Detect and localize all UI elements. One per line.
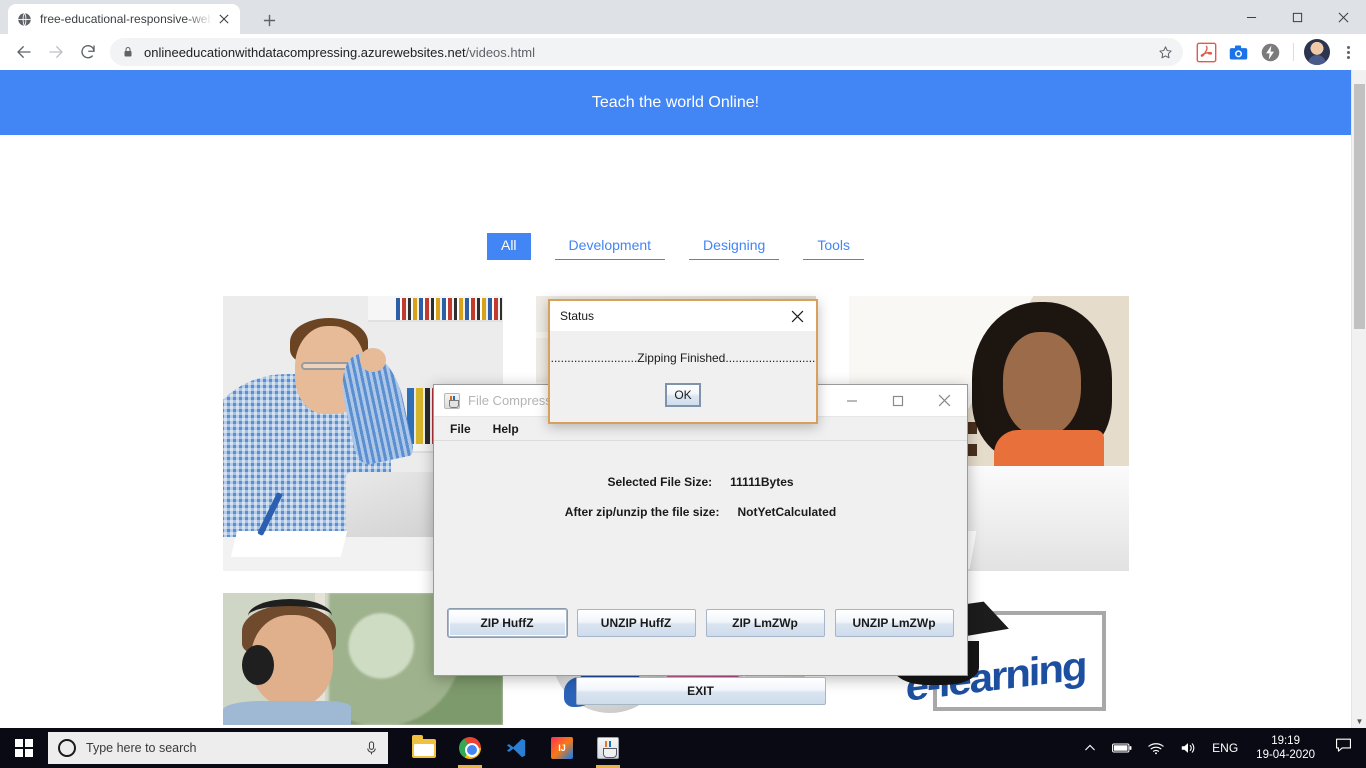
after-zip-size-value: NotYetCalculated (737, 505, 837, 519)
menu-item-help[interactable]: Help (485, 419, 527, 439)
windows-taskbar: Type here to search ENG 19:19 19-04-2020 (0, 728, 1366, 768)
battery-icon[interactable] (1104, 728, 1140, 768)
kebab-menu-icon[interactable] (1334, 37, 1362, 67)
java-coffee-cup-icon (444, 392, 460, 409)
compression-action-buttons: ZIP HuffZ UNZIP HuffZ ZIP LmZWp UNZIP Lm… (434, 608, 967, 638)
lightning-bolt-extension-icon[interactable] (1255, 37, 1285, 67)
new-tab-button[interactable] (255, 9, 283, 31)
selected-file-size-label: Selected File Size: (607, 475, 713, 489)
google-chrome-icon[interactable] (448, 728, 492, 768)
menu-item-file[interactable]: File (442, 419, 479, 439)
screenshot-camera-extension-icon[interactable] (1223, 37, 1253, 67)
search-input[interactable]: Type here to search (48, 732, 388, 764)
ok-button[interactable]: OK (665, 383, 701, 407)
page-scrollbar[interactable]: ▼ (1351, 70, 1366, 728)
toolbar-divider (1293, 43, 1294, 61)
status-message: ..........................Zipping Finish… (550, 351, 816, 365)
microphone-icon[interactable] (364, 740, 378, 756)
lock-icon (122, 46, 134, 58)
cortana-circle-icon (58, 739, 76, 757)
selected-file-size-value: 11111Bytes (730, 475, 794, 489)
taskbar-pinned-apps (402, 728, 630, 768)
wifi-icon[interactable] (1140, 728, 1172, 768)
clock-time: 19:19 (1271, 734, 1300, 747)
chevron-up-icon[interactable] (1076, 728, 1104, 768)
status-dialog-title: Status (560, 309, 595, 323)
java-minimize-button[interactable] (829, 385, 875, 416)
file-compresser-window: File Compresser File Help Selected File … (433, 384, 968, 705)
unzip-lmzwp-button[interactable]: UNZIP LmZWp (834, 609, 954, 637)
arrow-right-icon[interactable] (40, 36, 72, 68)
browser-toolbar: onlineeducationwithdatacompressing.azure… (0, 34, 1366, 70)
intellij-idea-icon[interactable] (540, 728, 584, 768)
filter-button-designing[interactable]: Designing (689, 233, 780, 260)
zip-lmzwp-button[interactable]: ZIP LmZWp (705, 609, 825, 637)
volume-icon[interactable] (1172, 728, 1204, 768)
windows-start-icon[interactable] (0, 728, 48, 768)
browser-window-controls (1228, 0, 1366, 34)
exit-button[interactable]: EXIT (575, 677, 826, 705)
status-dialog-buttons: OK (550, 383, 816, 407)
url-text: onlineeducationwithdatacompressing.azure… (144, 45, 535, 60)
tab-strip: free-educational-responsive-web (0, 0, 1366, 34)
minimize-button[interactable] (1228, 0, 1274, 34)
tab-title: free-educational-responsive-web (40, 12, 212, 26)
address-bar[interactable]: onlineeducationwithdatacompressing.azure… (110, 38, 1183, 66)
status-dialog-titlebar[interactable]: Status (550, 301, 816, 331)
filter-button-all[interactable]: All (486, 233, 531, 260)
file-explorer-icon[interactable] (402, 728, 446, 768)
category-filter-bar: All Development Designing Tools (0, 233, 1351, 260)
status-dialog: Status ..........................Zipping… (548, 299, 818, 424)
maximize-button[interactable] (1274, 0, 1320, 34)
adobe-acrobat-extension-icon[interactable] (1191, 37, 1221, 67)
zip-huffz-button[interactable]: ZIP HuffZ (446, 608, 568, 638)
taskbar-clock[interactable]: 19:19 19-04-2020 (1246, 734, 1325, 763)
language-indicator[interactable]: ENG (1204, 728, 1246, 768)
globe-icon (16, 11, 32, 27)
scroll-down-arrow-icon[interactable]: ▼ (1352, 718, 1366, 726)
clock-date: 19-04-2020 (1256, 749, 1315, 761)
unzip-huffz-button[interactable]: UNZIP HuffZ (576, 609, 696, 637)
search-placeholder: Type here to search (86, 741, 197, 755)
java-close-button[interactable] (921, 385, 967, 416)
star-icon[interactable] (1148, 45, 1173, 60)
url-domain: onlineeducationwithdatacompressing.azure… (144, 44, 466, 60)
browser-tab[interactable]: free-educational-responsive-web (8, 4, 240, 34)
after-zip-size-row: After zip/unzip the file size: NotYetCal… (434, 505, 967, 519)
filter-button-tools[interactable]: Tools (803, 233, 864, 260)
filter-button-development[interactable]: Development (554, 233, 666, 260)
url-path: /videos.html (465, 44, 535, 60)
avatar[interactable] (1304, 39, 1330, 65)
system-tray: ENG 19:19 19-04-2020 (1076, 728, 1366, 768)
selected-file-size-row: Selected File Size: 11111Bytes (434, 475, 967, 489)
page-hero-banner: Teach the world Online! (0, 70, 1351, 135)
java-window-body: Selected File Size: 11111Bytes After zip… (434, 441, 967, 705)
close-icon[interactable] (784, 303, 810, 329)
action-center-icon[interactable] (1325, 738, 1362, 758)
after-zip-size-label: After zip/unzip the file size: (564, 505, 720, 519)
arrow-left-icon[interactable] (8, 36, 40, 68)
vs-code-icon[interactable] (494, 728, 538, 768)
close-icon[interactable] (216, 11, 232, 27)
scrollbar-thumb[interactable] (1354, 84, 1365, 329)
exit-button-row: EXIT (434, 677, 967, 705)
page-title: Teach the world Online! (591, 93, 760, 111)
java-app-icon[interactable] (586, 728, 630, 768)
java-maximize-button[interactable] (875, 385, 921, 416)
reload-icon[interactable] (72, 36, 104, 68)
close-button[interactable] (1320, 0, 1366, 34)
